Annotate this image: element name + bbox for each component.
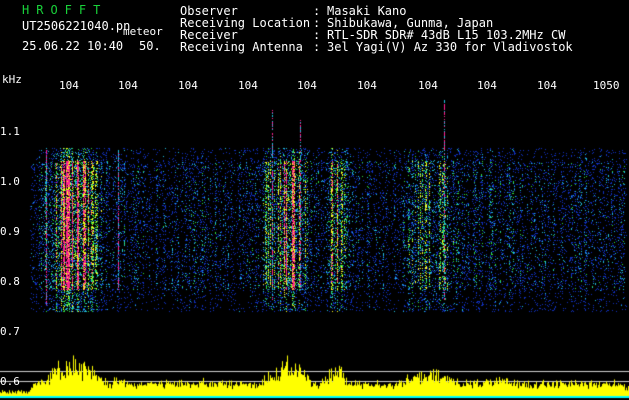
- x-tick-label: 104: [418, 79, 438, 92]
- app-brand: HROFFT: [22, 3, 108, 17]
- x-tick-label: 104: [297, 79, 317, 92]
- x-tick-label: 104: [238, 79, 258, 92]
- y-tick-label: 1.1: [0, 125, 20, 138]
- x-tick-label: 1050: [593, 79, 620, 92]
- y-tick-label: 1.0: [0, 175, 20, 188]
- y-tick-label: 0.8: [0, 275, 20, 288]
- antenna-value: 3el Yagi(V) Az 330 for Vladivostok: [327, 40, 573, 54]
- spectrogram-plot: [0, 94, 629, 400]
- x-tick-label: 104: [178, 79, 198, 92]
- x-tick-label: 104: [118, 79, 138, 92]
- timestamp: 25.06.22 10:40: [22, 39, 124, 53]
- x-tick-label: 104: [357, 79, 377, 92]
- x-tick-label: 104: [59, 79, 79, 92]
- y-tick-label: 0.9: [0, 225, 20, 238]
- file-name: UT2506221040.pn: [22, 19, 131, 33]
- antenna-sep: :: [313, 40, 321, 54]
- y-tick-label: 0.7: [0, 325, 20, 338]
- x-tick-label: 104: [477, 79, 497, 92]
- antenna-key: Receiving Antenna: [180, 40, 303, 54]
- y-tick-label: 0.6: [0, 375, 20, 388]
- y-unit-label: kHz: [2, 73, 22, 86]
- meteor-label: meteor: [123, 25, 163, 38]
- count-value: 50.: [139, 39, 161, 53]
- x-tick-label: 104: [537, 79, 557, 92]
